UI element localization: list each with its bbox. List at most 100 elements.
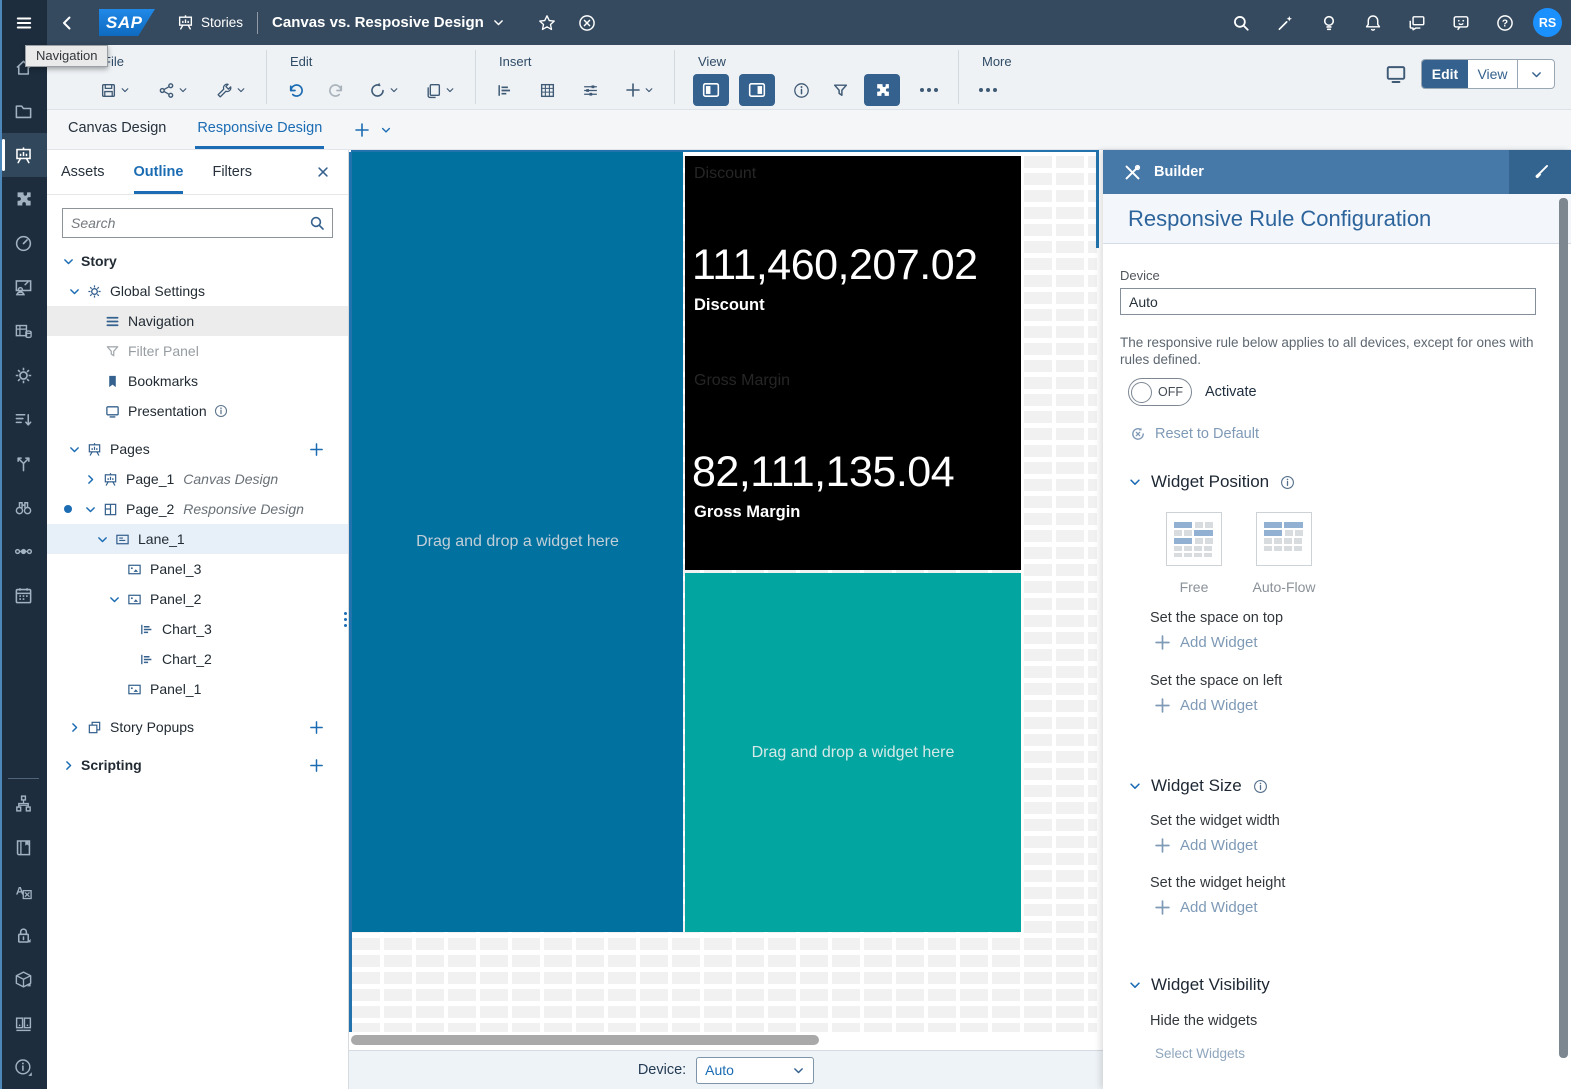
rail-translation-icon[interactable] [0, 869, 47, 913]
tab-responsive-design[interactable]: Responsive Design [195, 110, 325, 149]
hamburger-menu-icon[interactable] [0, 0, 47, 45]
add-script-button[interactable] [309, 758, 324, 773]
panel-resize-handle[interactable] [344, 612, 347, 627]
rail-package-box-icon[interactable] [0, 957, 47, 1001]
tree-item-filter-panel[interactable]: Filter Panel [47, 336, 348, 366]
tab-outline[interactable]: Outline [133, 150, 184, 194]
rail-presentation-person-icon[interactable] [0, 265, 47, 309]
right-panel-toggle-button[interactable] [739, 74, 775, 106]
mode-dropdown-button[interactable] [1518, 60, 1554, 88]
device-field-input[interactable] [1120, 288, 1536, 315]
search-icon[interactable] [1219, 14, 1263, 32]
mode-view-button[interactable]: View [1468, 60, 1518, 88]
add-page-button[interactable] [354, 122, 370, 138]
info-icon[interactable] [1280, 475, 1295, 490]
rail-extensions-puzzle-icon[interactable] [0, 177, 47, 221]
widget-visibility-section-header[interactable]: Widget Visibility [1128, 975, 1270, 995]
chevron-down-icon[interactable] [108, 593, 121, 606]
favorite-star-icon[interactable] [527, 14, 567, 32]
reset-to-default-link[interactable]: Reset to Default [1130, 426, 1259, 442]
rail-dataset-table-icon[interactable] [0, 309, 47, 353]
chevron-down-icon[interactable] [96, 533, 109, 546]
tab-filters[interactable]: Filters [212, 150, 251, 194]
stories-context[interactable]: Stories [177, 14, 243, 31]
position-free-option[interactable] [1166, 512, 1222, 566]
undo-button[interactable] [280, 74, 311, 106]
view-overflow-button[interactable] [913, 74, 945, 106]
refresh-button[interactable] [362, 74, 406, 106]
story-title[interactable]: Canvas vs. Resposive Design [272, 14, 505, 31]
rail-hierarchy-icon[interactable] [0, 781, 47, 825]
styling-brush-button[interactable] [1509, 150, 1571, 194]
chevron-down-icon[interactable] [68, 285, 81, 298]
add-page-chevron-icon[interactable] [380, 124, 392, 136]
tree-item-bookmarks[interactable]: Bookmarks [47, 366, 348, 396]
chevron-down-icon[interactable] [84, 503, 97, 516]
rail-sort-list-icon[interactable] [0, 397, 47, 441]
builder-scrollbar-thumb[interactable] [1559, 198, 1568, 1058]
filter-button[interactable] [825, 74, 856, 106]
device-select[interactable]: Auto [696, 1056, 815, 1084]
rail-info-icon[interactable] [0, 1045, 47, 1089]
assistant-icon[interactable] [1263, 14, 1307, 32]
rail-folder-icon[interactable] [0, 89, 47, 133]
widget-size-section-header[interactable]: Widget Size [1128, 776, 1268, 796]
chevron-right-icon[interactable] [84, 473, 97, 486]
tree-item-chart-2[interactable]: Chart_2 [47, 644, 348, 674]
rail-catalog-book-icon[interactable] [0, 825, 47, 869]
chevron-down-icon[interactable] [68, 443, 81, 456]
rail-servers-icon[interactable] [0, 1001, 47, 1045]
position-autoflow-option[interactable] [1256, 512, 1312, 566]
share-button[interactable] [151, 74, 195, 106]
add-widget-space-left-link[interactable]: Add Widget [1154, 697, 1258, 714]
add-widget-height-link[interactable]: Add Widget [1154, 899, 1258, 916]
panel-2-kpi-widget[interactable]: Discount 111,460,207.02 Discount Gross M… [685, 156, 1021, 570]
rail-link-nodes-icon[interactable] [0, 529, 47, 573]
chevron-right-icon[interactable] [68, 721, 81, 734]
rail-settings-gear-icon[interactable] [0, 353, 47, 397]
add-widget-space-top-link[interactable]: Add Widget [1154, 634, 1258, 651]
add-page-button[interactable] [309, 442, 324, 457]
duplicate-button[interactable] [418, 74, 462, 106]
left-panel-toggle-button[interactable] [693, 74, 729, 106]
rail-branch-arrows-icon[interactable] [0, 441, 47, 485]
search-icon[interactable] [309, 215, 325, 231]
tree-item-panel-2[interactable]: Panel_2 [47, 584, 348, 614]
builder-puzzle-button[interactable] [864, 74, 900, 106]
more-overflow-button[interactable] [972, 74, 1004, 106]
rail-binoculars-icon[interactable] [0, 485, 47, 529]
avatar[interactable]: RS [1533, 8, 1562, 37]
widget-position-section-header[interactable]: Widget Position [1128, 472, 1295, 492]
tab-canvas-design[interactable]: Canvas Design [66, 110, 168, 149]
chevron-down-icon[interactable] [62, 255, 75, 268]
save-button[interactable] [93, 74, 137, 106]
search-input[interactable] [62, 208, 333, 238]
chevron-right-icon[interactable] [62, 759, 75, 772]
details-info-button[interactable] [786, 74, 817, 106]
help-icon[interactable] [1483, 14, 1527, 32]
discussions-icon[interactable] [1395, 14, 1439, 32]
insert-chart-button[interactable] [489, 74, 520, 106]
tree-item-scripting[interactable]: Scripting [47, 750, 348, 780]
select-widgets-link[interactable]: Select Widgets [1155, 1046, 1245, 1061]
tree-item-pages[interactable]: Pages [47, 434, 348, 464]
rail-calendar-icon[interactable] [0, 573, 47, 617]
tree-item-story[interactable]: Story [47, 246, 348, 276]
mode-edit-button[interactable]: Edit [1422, 60, 1468, 88]
rail-story-board-icon[interactable] [0, 133, 47, 177]
close-story-icon[interactable] [567, 14, 607, 32]
display-monitor-icon[interactable] [1385, 63, 1407, 85]
tree-item-navigation[interactable]: Navigation [47, 306, 348, 336]
redo-button[interactable] [321, 74, 352, 106]
tree-item-story-popups[interactable]: Story Popups [47, 712, 348, 742]
tools-button[interactable] [209, 74, 253, 106]
back-button[interactable] [47, 15, 87, 31]
insert-input-control-button[interactable] [575, 74, 606, 106]
tab-assets[interactable]: Assets [61, 150, 105, 194]
horizontal-scrollbar[interactable] [349, 1034, 1103, 1046]
lightbulb-icon[interactable] [1307, 14, 1351, 32]
scrollbar-thumb[interactable] [351, 1035, 819, 1045]
panel-1-dropzone[interactable]: Drag and drop a widget here [685, 573, 1021, 932]
add-popup-button[interactable] [309, 720, 324, 735]
tree-item-page-2[interactable]: Page_2 Responsive Design [47, 494, 348, 524]
